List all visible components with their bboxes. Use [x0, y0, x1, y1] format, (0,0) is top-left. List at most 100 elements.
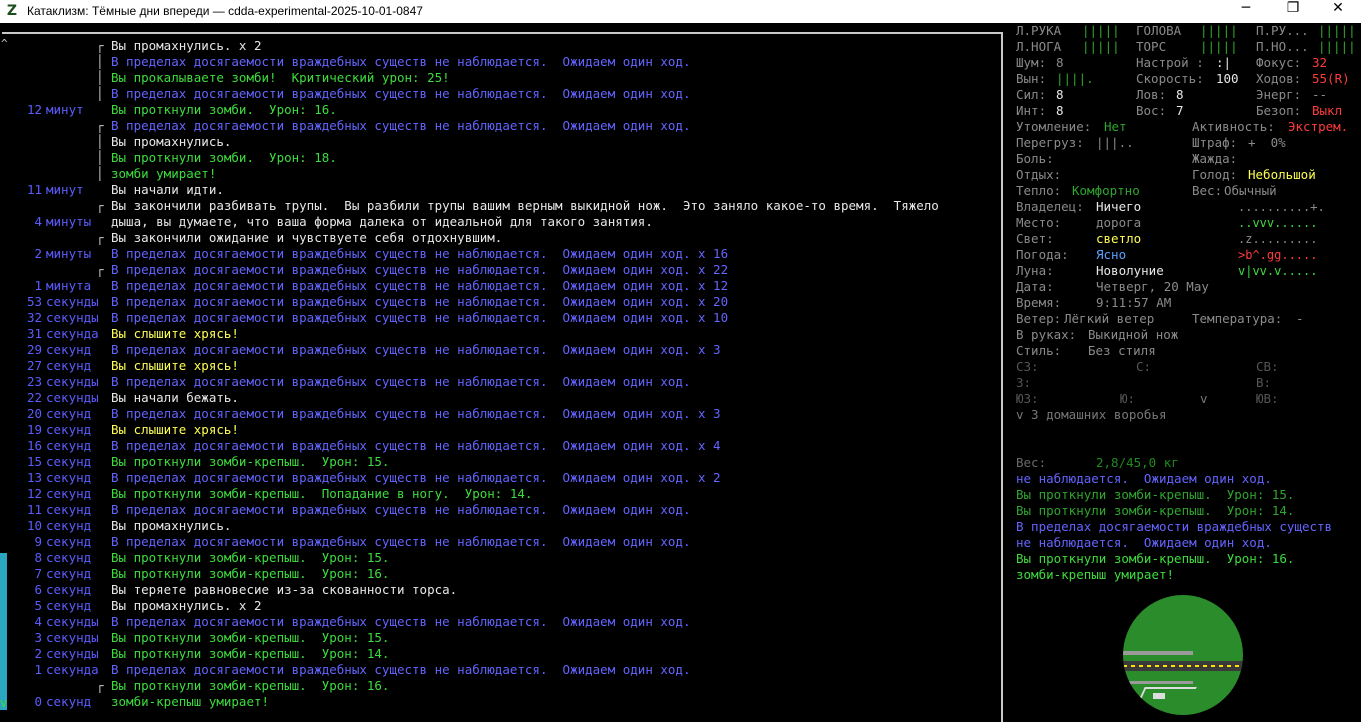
log-entry-time-unit: секунда	[46, 326, 99, 341]
stamina-bar: ||||.	[1056, 71, 1094, 86]
sidebar-log-line: Вы проткнули зомби-крепыш. Урон: 16.	[1016, 551, 1295, 566]
log-entry: 27 секунд Вы слышите хрясь!	[0, 358, 1000, 374]
log-entry-text: Вы проткнули зомби-крепыш. Урон: 15.	[111, 630, 390, 645]
energy-value: --	[1312, 87, 1328, 102]
bodypart-hp-bar: |||||	[1200, 23, 1238, 38]
log-entry: │ Вы промахнулись.	[0, 134, 1000, 150]
log-entry-text: В пределах досягаемости враждебных сущес…	[111, 614, 691, 629]
log-entry-time-value: 31	[26, 326, 42, 341]
mood-label: Настрой :	[1136, 55, 1204, 70]
log-entry-time-value: 9	[34, 534, 42, 549]
pain-label: Боль:	[1016, 151, 1054, 166]
date-value: Четверг, 20 May	[1096, 279, 1209, 294]
maximize-button[interactable]: ❐	[1270, 0, 1316, 23]
log-entry-time-value: 2	[34, 646, 42, 661]
log-entry-time-value: 6	[34, 582, 42, 597]
style-value: Без стиля	[1088, 343, 1156, 358]
owner-value: Ничего	[1096, 199, 1142, 214]
log-entry: 0 секунд зомби-крепыш умирает!	[0, 694, 1000, 710]
log-entry-group-mark: ┌	[96, 678, 104, 693]
log-entry-time-unit: секунды	[46, 374, 99, 389]
bodypart-hp-bar: |||||	[1200, 39, 1238, 54]
radar-wall	[1123, 651, 1193, 655]
minimap-row: ..........+.	[1238, 200, 1325, 214]
log-entry: ┌ Вы промахнулись. x 2	[0, 38, 1000, 54]
log-entry-time-value: 15	[26, 454, 42, 469]
log-entry: 23 секунды В пределах досягаемости враждеб…	[0, 374, 1000, 390]
log-entry-group-mark: ┌	[96, 38, 104, 53]
log-entry-text: В пределах досягаемости враждебных сущес…	[111, 54, 691, 69]
log-entry-time-unit: секунды	[46, 310, 99, 325]
bodypart-hp-bar: |||||	[1318, 23, 1356, 38]
log-entry-time-value: 32	[26, 310, 42, 325]
log-entry: 22 секунды Вы начали бежать.	[0, 390, 1000, 406]
moves-value: 55(R)	[1312, 71, 1350, 86]
heat-label: Тепло:	[1016, 183, 1062, 198]
moves-label: Ходов:	[1256, 71, 1302, 86]
log-entry: 3 секунды Вы проткнули зомби-крепыш. Урон:…	[0, 630, 1000, 646]
log-entry-time-unit: секунд	[46, 438, 92, 453]
close-button[interactable]: ✕	[1315, 0, 1361, 23]
stamina-label: Вын:	[1016, 71, 1047, 86]
penalty-value: + 0%	[1248, 135, 1286, 150]
log-entry-group-mark: │	[96, 166, 104, 181]
log-entry-time-value: 19	[26, 422, 42, 437]
carry-weight-label: Вес:	[1016, 455, 1047, 470]
log-entry-group-mark: ┌	[96, 262, 104, 277]
log-entry-time-unit: секунд	[46, 694, 92, 709]
sidebar-message-log: не наблюдается. Ожидаем один ход. Вы прот…	[1016, 471, 1361, 583]
focus-value: 32	[1312, 55, 1328, 70]
log-entry: 4 минуты дыша, вы думаете, что ваша форма …	[0, 214, 1000, 230]
dexterity-label: Лов:	[1136, 87, 1167, 102]
wind-label: Ветер:	[1016, 311, 1062, 326]
log-entry-time-unit: секунд	[46, 342, 92, 357]
log-entry-text: В пределах досягаемости враждебных сущес…	[111, 438, 721, 453]
log-entry: ┌ Вы закончили разбивать трупы. Вы разбил…	[0, 198, 1000, 214]
radar-wall	[1123, 681, 1193, 684]
strength-value: 8	[1056, 87, 1064, 102]
log-entry: 4 секунды В пределах досягаемости враждебн…	[0, 614, 1000, 630]
log-entry-time-value: 29	[26, 342, 42, 357]
log-entry-time-value: 4	[34, 614, 42, 629]
log-entry-text: Вы начали идти.	[111, 182, 224, 197]
minimap-row: ..vvv......	[1238, 216, 1318, 230]
place-value: дорога	[1096, 215, 1142, 230]
log-entry-time-unit: секунды	[46, 390, 99, 405]
log-entry-text: В пределах досягаемости враждебных сущес…	[111, 262, 729, 277]
strength-label: Сил:	[1016, 87, 1047, 102]
log-entry-time-unit: секунд	[46, 502, 92, 517]
radar-road-marking	[1123, 665, 1243, 667]
safemode-value[interactable]: Выкл	[1312, 103, 1342, 119]
log-entry: │ Вы прокалываете зомби! Критический урон…	[0, 70, 1000, 86]
log-entry-time-unit: секунд	[46, 582, 92, 597]
log-entry-group-mark: │	[96, 150, 104, 165]
fatigue-label: Утомление:	[1016, 119, 1092, 134]
compass-s-value: v	[1200, 391, 1208, 406]
app-icon: Z	[6, 3, 18, 19]
log-entry-text: Вы проткнули зомби-крепыш. Урон: 14.	[111, 646, 390, 661]
compass-se: ЮВ:	[1256, 391, 1279, 406]
log-entry-text: Вы слышите хрясь!	[111, 326, 239, 341]
log-entry-text: Вы промахнулись.	[111, 518, 232, 533]
minimap-row: >b^.gg.....	[1238, 248, 1318, 262]
log-entry: 1 минута В пределах досягаемости враждебны…	[0, 278, 1000, 294]
log-entry: │ В пределах досягаемости враждебных суще…	[0, 86, 1000, 102]
log-entry-text: В пределах досягаемости враждебных сущес…	[111, 118, 691, 133]
place-label: Место:	[1016, 215, 1062, 230]
log-entry-time-value: 5	[34, 598, 42, 613]
noise-label: Шум:	[1016, 55, 1047, 70]
log-entry-time-unit: секунд	[46, 454, 92, 469]
game-terminal: ^ v ┌ Вы промахнулись. x 2 │ В пределах дос…	[0, 23, 1361, 722]
minimize-button[interactable]: ─	[1223, 0, 1269, 23]
log-entry-text: Вы проткнули зомби-крепыш. Урон: 16.	[111, 566, 390, 581]
minimap-row: v|vv.v.....	[1238, 264, 1318, 278]
log-entry-time-value: 0	[34, 694, 42, 709]
perception-label: Вос:	[1136, 103, 1167, 118]
light-label: Свет:	[1016, 231, 1054, 246]
log-entry-text: В пределах досягаемости враждебных сущес…	[111, 310, 729, 325]
log-entry: 31 секунда Вы слышите хрясь!	[0, 326, 1000, 342]
log-entry-time-unit: секунды	[46, 646, 99, 661]
wind-value: Лёгкий ветер	[1064, 311, 1155, 326]
compass-n: С:	[1136, 359, 1152, 374]
log-entry: ┌ В пределах досягаемости враждебных суще…	[0, 118, 1000, 134]
